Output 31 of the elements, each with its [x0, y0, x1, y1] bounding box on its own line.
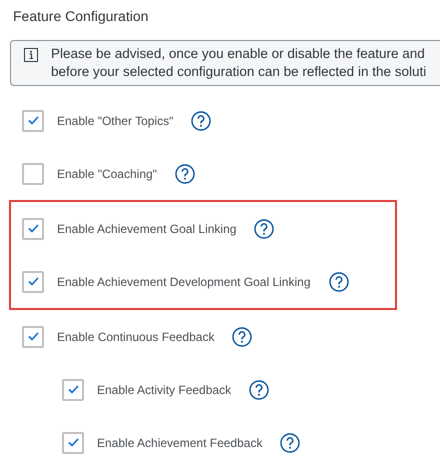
option-label: Enable "Other Topics": [57, 112, 174, 130]
help-icon[interactable]: [280, 432, 300, 452]
info-icon: [24, 48, 38, 62]
info-text: before your selected configuration can be reflected in the soluti: [51, 63, 426, 81]
option-label: Enable "Coaching": [57, 166, 157, 182]
help-icon[interactable]: [254, 218, 274, 238]
checkbox[interactable]: [62, 432, 84, 454]
check-icon: [68, 385, 78, 394]
option-label: Enable Activity Feedback: [97, 382, 232, 398]
option-label: Enable Continuous Feedback: [57, 328, 214, 346]
check-icon: [28, 277, 38, 286]
check-icon: [28, 332, 38, 341]
help-icon[interactable]: [232, 326, 252, 346]
check-icon: [68, 438, 78, 447]
checkbox[interactable]: [22, 326, 44, 348]
checkbox[interactable]: [22, 218, 44, 240]
check-icon: [28, 224, 38, 233]
checkbox[interactable]: [22, 162, 44, 184]
info-text: Please be advised, once you enable or disable the feature and: [51, 45, 426, 63]
checkbox[interactable]: [22, 270, 44, 292]
option-label: Enable Achievement Feedback: [97, 434, 262, 452]
option-label: Enable Achievement Goal Linking: [57, 220, 236, 238]
checkbox[interactable]: [22, 110, 44, 132]
help-icon[interactable]: [328, 272, 348, 292]
check-icon: [28, 116, 38, 125]
help-icon[interactable]: [191, 110, 212, 130]
option-label: Enable Achievement Development Goal Linking: [57, 274, 310, 290]
checkbox[interactable]: [62, 378, 84, 400]
help-icon[interactable]: [249, 380, 270, 400]
section-title: Feature Configuration: [12, 7, 150, 26]
help-icon[interactable]: [174, 164, 195, 184]
